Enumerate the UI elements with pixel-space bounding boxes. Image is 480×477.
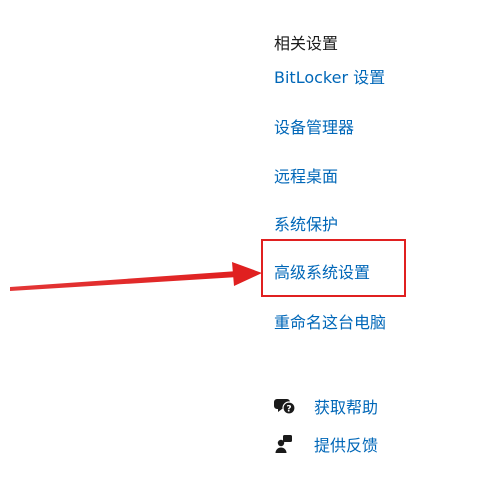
bitlocker-settings-link[interactable]: BitLocker 设置	[274, 67, 385, 89]
settings-page: 相关设置 BitLocker 设置 设备管理器 远程桌面 系统保护 高级系统设置…	[0, 0, 480, 477]
system-protection-link[interactable]: 系统保护	[274, 214, 338, 236]
give-feedback-row[interactable]: 提供反馈	[274, 432, 378, 456]
rename-pc-link[interactable]: 重命名这台电脑	[274, 312, 386, 334]
remote-desktop-link[interactable]: 远程桌面	[274, 166, 338, 188]
svg-text:?: ?	[286, 405, 291, 415]
get-help-label[interactable]: 获取帮助	[314, 394, 378, 418]
related-settings-title: 相关设置	[274, 34, 339, 53]
device-manager-link[interactable]: 设备管理器	[274, 117, 354, 139]
annotation-arrow-icon	[10, 262, 262, 291]
get-help-row[interactable]: ? 获取帮助	[274, 394, 378, 418]
help-chat-icon: ?	[274, 399, 296, 415]
feedback-person-icon	[275, 435, 292, 453]
give-feedback-label[interactable]: 提供反馈	[314, 432, 378, 456]
highlight-annotation-box	[261, 239, 406, 297]
